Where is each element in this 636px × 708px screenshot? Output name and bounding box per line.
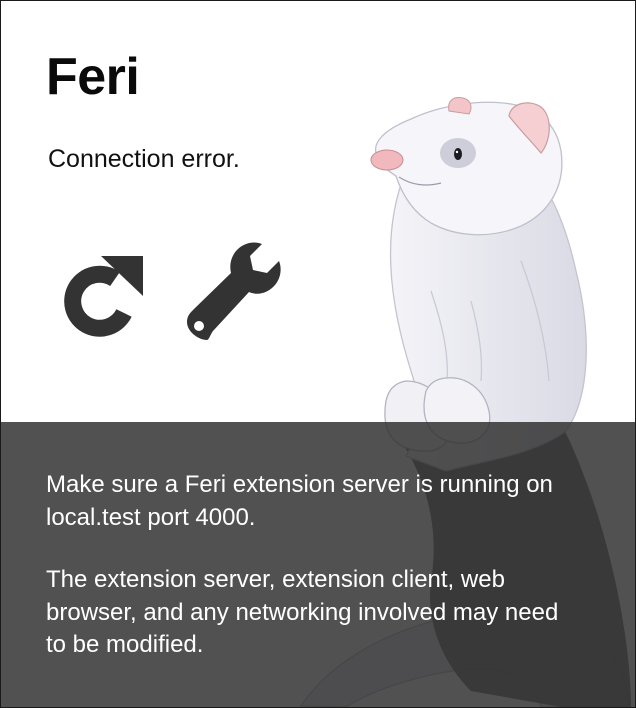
settings-button[interactable] xyxy=(183,242,283,342)
reload-button[interactable] xyxy=(45,246,145,346)
extension-popup: Feri Connection error. Make sure a Feri … xyxy=(0,0,636,708)
modification-note: The extension server, extension client, … xyxy=(46,566,559,659)
wrench-icon xyxy=(187,242,281,340)
app-title: Feri xyxy=(46,48,140,106)
server-hint: Make sure a Feri extension server is run… xyxy=(46,471,553,531)
help-panel: Make sure a Feri extension server is run… xyxy=(1,422,635,707)
connection-status: Connection error. xyxy=(48,145,240,173)
reload-icon xyxy=(64,256,143,337)
